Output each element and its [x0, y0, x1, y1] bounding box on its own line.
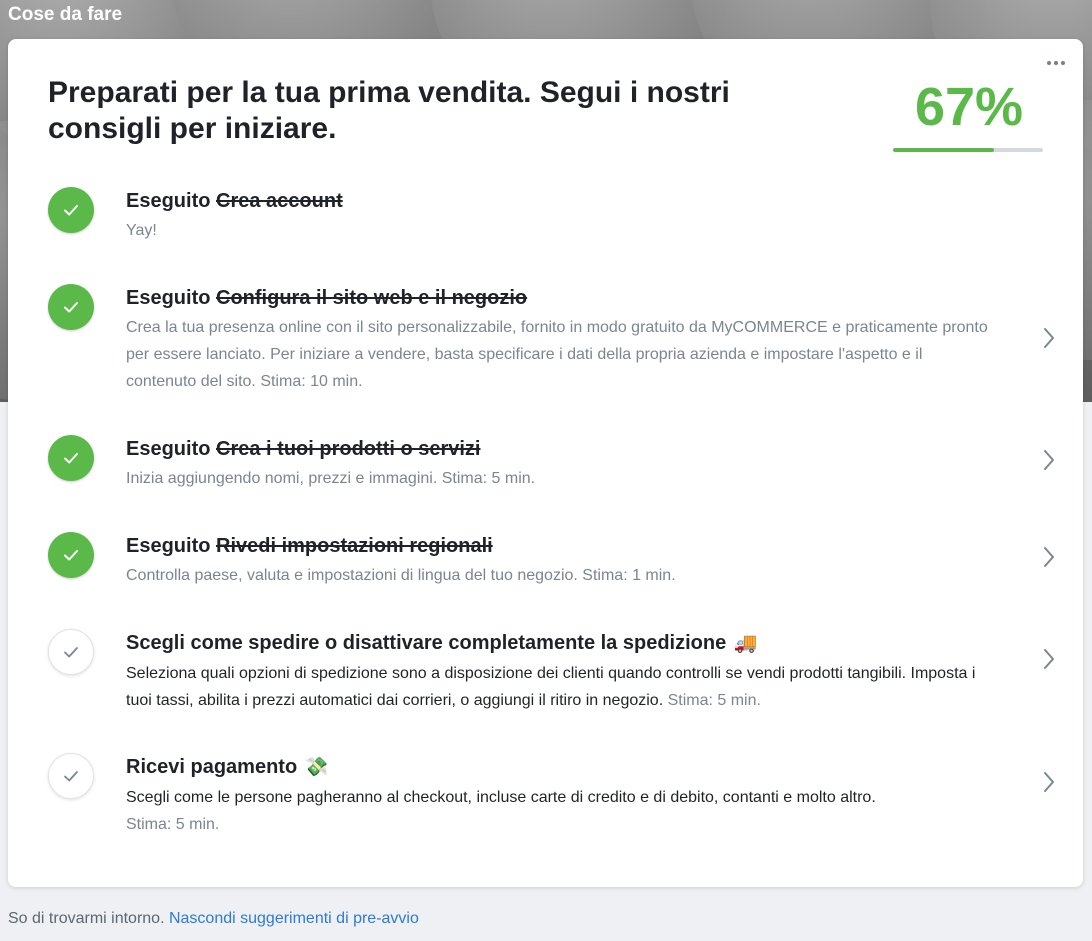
task-description: Controlla paese, valuta e impostazioni d… — [126, 562, 996, 589]
progress-bar — [893, 148, 1043, 152]
task-title-text: Rivedi impostazioni regionali — [216, 535, 493, 557]
task-body: Eseguito Crea account Yay! — [126, 187, 996, 244]
chevron-right-icon[interactable] — [1041, 448, 1057, 472]
task-description: Crea la tua presenza online con il sito … — [126, 314, 996, 395]
check-done-icon[interactable] — [48, 187, 94, 233]
task-title-text: Ricevi pagamento — [126, 756, 298, 778]
task-status-prefix: Eseguito — [126, 190, 211, 212]
chevron-right-icon[interactable] — [1041, 647, 1057, 671]
check-done-icon[interactable] — [48, 284, 94, 330]
more-horizontal-icon-dot — [1054, 61, 1058, 65]
task-body: Scegli come spedire o disattivare comple… — [126, 629, 996, 714]
task-estimate: Stima: 5 min. — [667, 692, 761, 709]
task-title: Eseguito Crea i tuoi prodotti o servizi — [126, 435, 996, 463]
task-title: Eseguito Crea account — [126, 187, 996, 215]
task-status-prefix: Eseguito — [126, 287, 211, 309]
task-description: Yay! — [126, 217, 996, 244]
more-horizontal-icon — [1047, 61, 1051, 65]
footer: So di trovarmi intorno. Nascondi suggeri… — [8, 910, 419, 928]
task-estimate: Stima: 5 min. — [126, 816, 220, 833]
task-description-text: Controlla paese, valuta e impostazioni d… — [126, 567, 676, 584]
money-icon: 💸 — [299, 757, 329, 778]
footer-text: So di trovarmi intorno. — [8, 910, 165, 927]
check-done-icon[interactable] — [48, 532, 94, 578]
more-horizontal-icon-dot — [1061, 61, 1065, 65]
task-description: Scegli come le persone pagheranno al che… — [126, 784, 996, 838]
delivery-truck-icon: 🚚 — [728, 633, 758, 654]
more-options-button[interactable] — [1043, 53, 1069, 73]
task-body: Eseguito Rivedi impostazioni regionali Co… — [126, 532, 996, 589]
task-description: Inizia aggiungendo nomi, prezzi e immagi… — [126, 465, 996, 492]
task-status-prefix: Eseguito — [126, 438, 211, 460]
task-description-text: Yay! — [126, 222, 157, 239]
task-description-text: Scegli come le persone pagheranno al che… — [126, 789, 876, 806]
task-body: Eseguito Crea i tuoi prodotti o servizi I… — [126, 435, 996, 492]
todo-card: Preparati per la tua prima vendita. Segu… — [8, 39, 1083, 887]
task-description-text: Inizia aggiungendo nomi, prezzi e immagi… — [126, 470, 536, 487]
task-description-text: Seleziona quali opzioni di spedizione so… — [126, 665, 976, 709]
task-title: Scegli come spedire o disattivare comple… — [126, 629, 996, 658]
progress-bar-fill — [893, 148, 994, 152]
hide-tips-link[interactable]: Nascondi suggerimenti di pre-avvio — [169, 910, 419, 927]
progress-percent: 67% — [914, 77, 1024, 137]
task-description: Seleziona quali opzioni di spedizione so… — [126, 660, 996, 714]
card-title: Preparati per la tua prima vendita. Segu… — [48, 76, 730, 145]
task-title-text: Scegli come spedire o disattivare comple… — [126, 632, 727, 654]
page-title: Cose da fare — [8, 4, 123, 25]
check-pending-icon[interactable] — [48, 629, 94, 675]
chevron-right-icon[interactable] — [1041, 770, 1057, 794]
task-description-text: Crea la tua presenza online con il sito … — [126, 319, 988, 390]
task-title: Ricevi pagamento 💸 — [126, 753, 996, 782]
chevron-right-icon[interactable] — [1041, 326, 1057, 350]
task-title: Eseguito Rivedi impostazioni regionali — [126, 532, 996, 560]
task-body: Eseguito Configura il sito web e il nego… — [126, 284, 996, 395]
task-body: Ricevi pagamento 💸 Scegli come le persone… — [126, 753, 996, 838]
chevron-right-icon[interactable] — [1041, 545, 1057, 569]
task-title: Eseguito Configura il sito web e il nego… — [126, 284, 996, 312]
task-status-prefix: Eseguito — [126, 535, 211, 557]
check-pending-icon[interactable] — [48, 753, 94, 799]
task-title-text: Crea account — [216, 190, 343, 212]
task-title-text: Configura il sito web e il negozio — [216, 287, 528, 309]
check-done-icon[interactable] — [48, 435, 94, 481]
task-title-text: Crea i tuoi prodotti o servizi — [216, 438, 481, 460]
